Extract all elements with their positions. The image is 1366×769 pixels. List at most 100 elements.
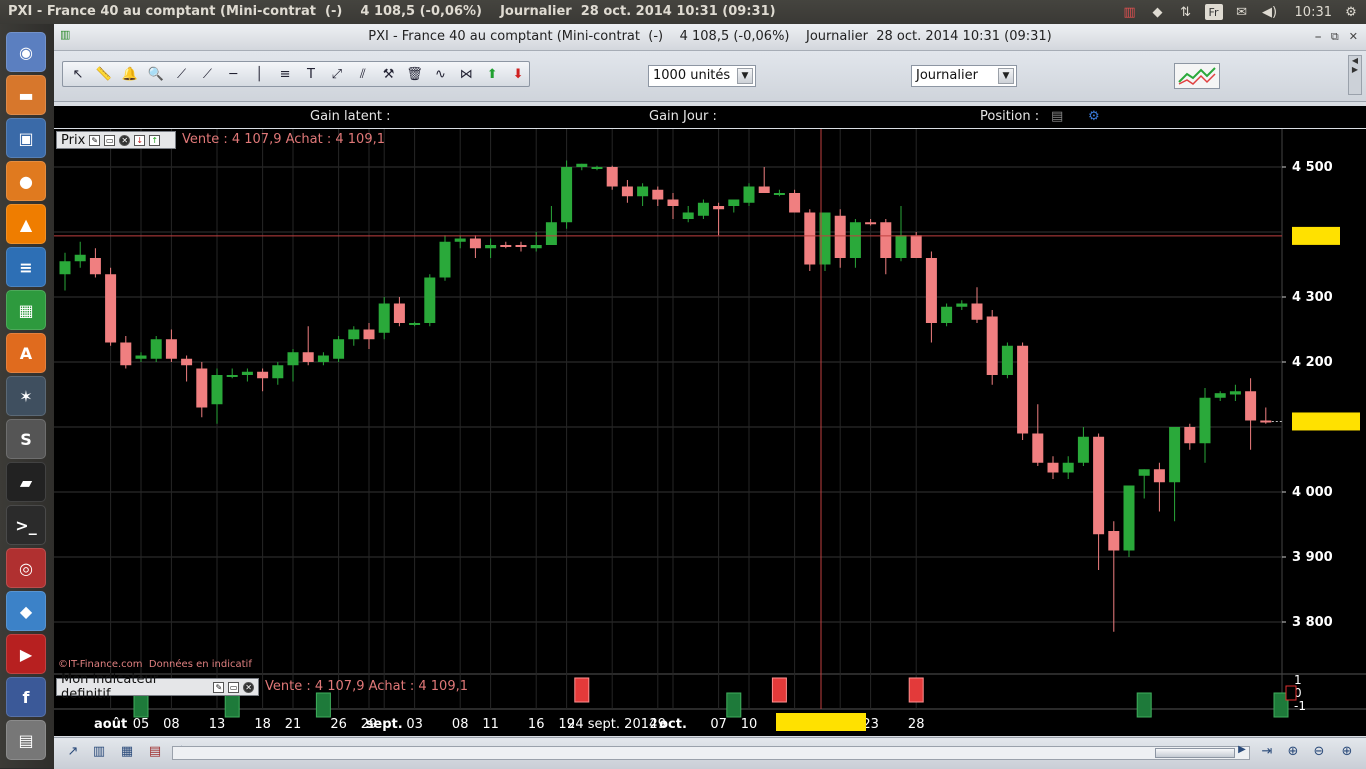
- candle-up[interactable]: [211, 375, 223, 405]
- candle-down[interactable]: [120, 342, 132, 366]
- candle-up[interactable]: [1001, 345, 1013, 375]
- scroll-end-icon[interactable]: ⇥: [1258, 744, 1276, 762]
- clock[interactable]: 10:31: [1295, 5, 1332, 20]
- pattern-tool-icon[interactable]: ⋈: [455, 64, 477, 84]
- candle-down[interactable]: [1245, 391, 1257, 421]
- candle-down[interactable]: [500, 245, 512, 247]
- candle-up[interactable]: [561, 167, 573, 223]
- zoom-out-icon[interactable]: ⊖: [1310, 744, 1328, 762]
- units-select[interactable]: 1000 unités ▼: [648, 65, 756, 87]
- candle-down[interactable]: [971, 303, 983, 320]
- sublime-icon[interactable]: S: [6, 419, 46, 459]
- scroll-right-icon[interactable]: ▶: [1236, 744, 1248, 762]
- position-doc-icon[interactable]: ▤: [1051, 109, 1063, 124]
- maximize-panel-icon[interactable]: ▭: [228, 681, 240, 693]
- chevron-down-icon[interactable]: ▼: [737, 68, 753, 84]
- chevron-down-icon[interactable]: ▼: [998, 68, 1014, 84]
- chart-style-button[interactable]: [1174, 63, 1220, 89]
- signal-bar-up[interactable]: [574, 677, 590, 703]
- channel-tool-icon[interactable]: ≡: [274, 64, 296, 84]
- horizontal-scrollbar[interactable]: [172, 746, 1250, 760]
- tools-icon[interactable]: ⚒: [378, 64, 400, 84]
- candlestick-chart[interactable]: 4 500 4 300 4 200 4 000 3 900 3 800 août 05 08 13…: [54, 129, 1366, 736]
- candle-down[interactable]: [393, 303, 405, 324]
- ruler-tool-icon[interactable]: 📏: [93, 64, 115, 84]
- screenshot-icon[interactable]: ▣: [6, 118, 46, 158]
- keyboard-layout-icon[interactable]: Fr: [1204, 4, 1223, 20]
- candle-up[interactable]: [1123, 485, 1135, 551]
- candle-up[interactable]: [743, 186, 755, 203]
- signal-bar-down[interactable]: [726, 692, 742, 718]
- move-down-icon[interactable]: ↓: [134, 134, 146, 146]
- candle-down[interactable]: [758, 186, 770, 194]
- vertical-line-icon[interactable]: │: [248, 64, 270, 84]
- buy-arrow-icon[interactable]: ⬆: [481, 64, 503, 84]
- candle-down[interactable]: [515, 245, 527, 247]
- signal-bar-down[interactable]: [1136, 692, 1152, 718]
- candle-down[interactable]: [469, 238, 481, 249]
- candle-up[interactable]: [348, 329, 360, 340]
- candle-down[interactable]: [880, 222, 892, 258]
- candle-up[interactable]: [378, 303, 390, 333]
- candle-up[interactable]: [956, 303, 968, 307]
- candle-down[interactable]: [196, 368, 208, 408]
- signal-bar-up[interactable]: [908, 677, 924, 703]
- power-icon[interactable]: ⚙: [1342, 4, 1360, 20]
- candle-up[interactable]: [530, 245, 542, 249]
- drive-icon[interactable]: ▤: [6, 720, 46, 760]
- candle-up[interactable]: [849, 222, 861, 258]
- candle-down[interactable]: [363, 329, 375, 340]
- candle-up[interactable]: [682, 212, 694, 220]
- candle-down[interactable]: [986, 316, 998, 376]
- candle-down[interactable]: [1108, 531, 1120, 551]
- candle-up[interactable]: [241, 371, 253, 375]
- period-select[interactable]: Journalier ▼: [911, 65, 1017, 87]
- candle-down[interactable]: [165, 339, 177, 359]
- parallel-tool-icon[interactable]: ⫽: [352, 64, 374, 84]
- candle-up[interactable]: [1062, 462, 1074, 473]
- candle-up[interactable]: [454, 238, 466, 242]
- close-panel-icon[interactable]: ✕: [119, 134, 131, 146]
- candle-down[interactable]: [804, 212, 816, 265]
- candle-down[interactable]: [667, 199, 679, 207]
- pointer-tool-icon[interactable]: ↖: [67, 64, 89, 84]
- youtube-icon[interactable]: ▶: [6, 634, 46, 674]
- candle-up[interactable]: [1138, 469, 1150, 476]
- candle-down[interactable]: [257, 371, 269, 379]
- candle-down[interactable]: [302, 352, 314, 362]
- settings-icon[interactable]: ✶: [6, 376, 46, 416]
- clapper-icon[interactable]: ▰: [6, 462, 46, 502]
- position-settings-icon[interactable]: ⚙: [1088, 109, 1100, 124]
- candle-down[interactable]: [713, 206, 725, 210]
- move-up-icon[interactable]: ↑: [149, 134, 161, 146]
- calc-icon[interactable]: ▦: [6, 290, 46, 330]
- minimize-button[interactable]: ⎯: [1315, 30, 1321, 44]
- candle-up[interactable]: [1077, 436, 1089, 463]
- candle-up[interactable]: [1169, 427, 1181, 483]
- candle-down[interactable]: [181, 358, 193, 366]
- writer-icon[interactable]: ≡: [6, 247, 46, 287]
- candle-down[interactable]: [89, 258, 101, 275]
- candle-up[interactable]: [287, 352, 299, 366]
- candle-up[interactable]: [728, 199, 740, 207]
- facebook-icon[interactable]: f: [6, 677, 46, 717]
- candle-down[interactable]: [1260, 420, 1272, 423]
- candle-up[interactable]: [1214, 393, 1226, 398]
- files-icon[interactable]: ▬: [6, 75, 46, 115]
- candle-up[interactable]: [1229, 391, 1241, 395]
- indicators-icon[interactable]: ▥: [90, 744, 108, 762]
- export-icon[interactable]: ↗: [64, 744, 82, 762]
- signal-bar-down[interactable]: [224, 692, 240, 718]
- candle-up[interactable]: [333, 339, 345, 359]
- volume-icon[interactable]: ◀): [1261, 4, 1279, 20]
- text-tool-icon[interactable]: T: [300, 64, 322, 84]
- candle-up[interactable]: [439, 241, 451, 278]
- mail-icon[interactable]: ✉: [1233, 4, 1251, 20]
- candle-up[interactable]: [226, 375, 238, 377]
- candle-down[interactable]: [105, 274, 117, 343]
- wrench-icon[interactable]: ✎: [89, 134, 101, 146]
- disc-icon[interactable]: ◎: [6, 548, 46, 588]
- trendline-tool-icon[interactable]: ⟋: [196, 64, 218, 84]
- software-center-icon[interactable]: A: [6, 333, 46, 373]
- candle-down[interactable]: [606, 167, 618, 187]
